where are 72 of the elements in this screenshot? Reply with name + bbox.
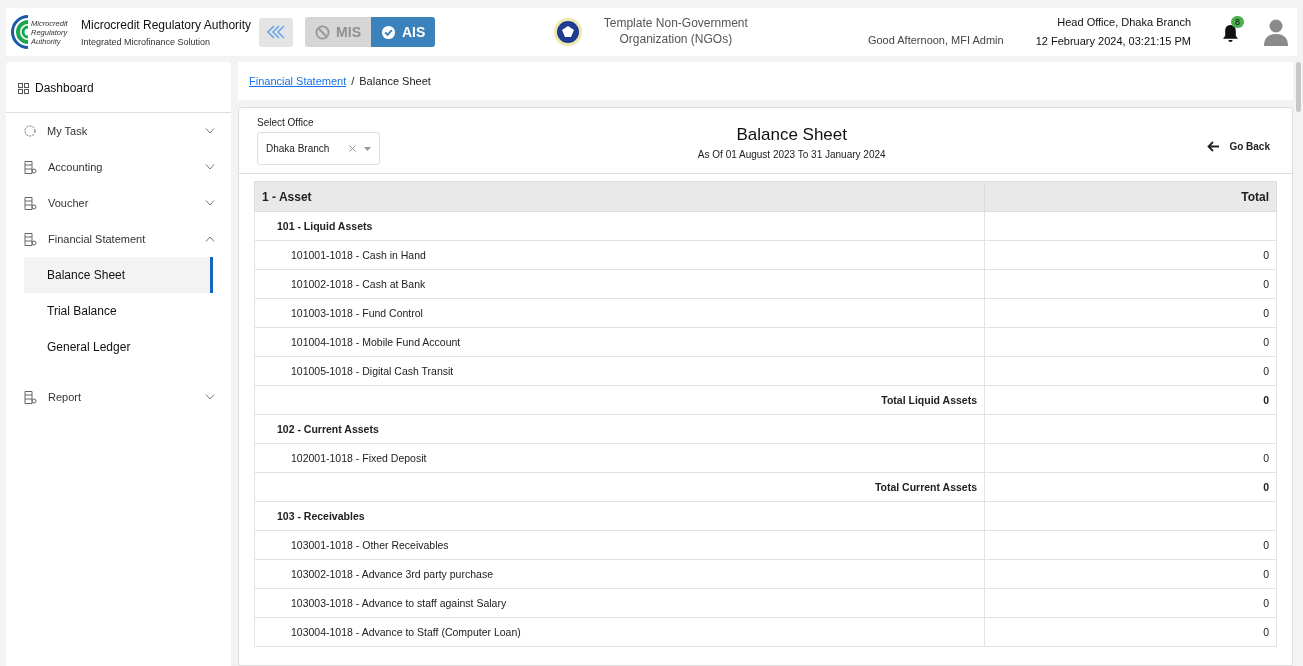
- group-heading: 102 - Current Assets: [276, 423, 379, 435]
- dashboard-link[interactable]: Dashboard: [6, 64, 231, 113]
- amount: 0: [1263, 481, 1269, 493]
- document-icon: [24, 232, 37, 246]
- amount: 0: [1263, 278, 1269, 290]
- double-chevron-left-icon: [267, 25, 286, 39]
- organization-name: Template Non-Government Organization (NGOs): [602, 16, 749, 48]
- document-icon: [24, 390, 37, 404]
- greeting: Good Afternoon, MFI Admin: [867, 34, 1004, 46]
- nav-item[interactable]: Voucher: [6, 185, 231, 221]
- clear-icon[interactable]: [349, 145, 356, 152]
- arrow-left-icon: [1207, 141, 1221, 152]
- account-name: 101005-1018 - Digital Cash Transit: [290, 365, 454, 377]
- org-subtitle: Integrated Microfinance Solution: [81, 36, 212, 47]
- account-name: 103001-1018 - Other Receivables: [290, 539, 449, 551]
- notification-badge: 8: [1231, 16, 1244, 28]
- go-back-button[interactable]: Go Back: [1203, 137, 1274, 156]
- account-name: 103002-1018 - Advance 3rd party purchase: [290, 568, 493, 580]
- collapse-button[interactable]: [259, 17, 294, 47]
- column-header: 1 - Asset: [254, 181, 985, 212]
- group-heading: 103 - Receivables: [276, 510, 365, 522]
- nav-item[interactable]: Report: [6, 379, 231, 415]
- office-select[interactable]: Dhaka Branch: [257, 132, 380, 165]
- total-label: Total Liquid Assets: [881, 394, 977, 406]
- emblem-icon: [553, 17, 584, 47]
- bell-icon[interactable]: [1223, 25, 1238, 42]
- org-name: Microcredit Regulatory Authority: [81, 17, 252, 32]
- account-name: 103003-1018 - Advance to staff against Salary: [290, 597, 507, 609]
- dashed-circle-icon: [24, 125, 36, 137]
- date-time: 12 February 2024, 03:21:15 PM: [1035, 34, 1191, 49]
- amount: 0: [1263, 394, 1269, 406]
- amount: 0: [1263, 568, 1269, 580]
- total-label: Total Current Assets: [874, 481, 977, 493]
- account-name: 103004-1018 - Advance to Staff (Computer Loan): [290, 626, 521, 638]
- logo-rings-icon: [10, 15, 30, 49]
- amount: 0: [1263, 626, 1269, 638]
- check-circle-icon: [380, 24, 396, 40]
- amount: 0: [1263, 452, 1269, 464]
- breadcrumb-link[interactable]: Financial Statement: [249, 75, 347, 87]
- office-name: Head Office, Dhaka Branch: [1056, 15, 1191, 30]
- report-title: Balance Sheet: [735, 125, 848, 145]
- document-icon: [24, 196, 37, 210]
- account-name: 102001-1018 - Fixed Deposit: [290, 452, 427, 464]
- amount: 0: [1263, 249, 1269, 261]
- caret-icon: [364, 146, 371, 151]
- amount: 0: [1263, 365, 1269, 377]
- report-period: As Of 01 August 2023 To 31 January 2024: [696, 149, 887, 160]
- account-name: 101004-1018 - Mobile Fund Account: [290, 336, 461, 348]
- grid-icon: [18, 82, 29, 94]
- submenu-item[interactable]: Balance Sheet: [24, 257, 213, 293]
- blocked-icon: [315, 24, 331, 40]
- document-icon: [24, 160, 37, 174]
- avatar-icon[interactable]: [1263, 18, 1289, 46]
- column-header: Total: [984, 181, 1277, 212]
- submenu-item[interactable]: Trial Balance: [24, 293, 213, 329]
- amount: 0: [1263, 336, 1269, 348]
- breadcrumb-separator: /: [351, 75, 355, 87]
- amount: 0: [1263, 307, 1269, 319]
- nav-item[interactable]: Accounting: [6, 149, 231, 185]
- nav-item[interactable]: My Task: [6, 113, 231, 149]
- account-name: 101003-1018 - Fund Control: [290, 307, 423, 319]
- amount: 0: [1263, 539, 1269, 551]
- scrollbar[interactable]: [1296, 62, 1301, 112]
- breadcrumb-current[interactable]: Balance Sheet: [359, 75, 431, 87]
- group-heading: 101 - Liquid Assets: [276, 220, 373, 232]
- submenu-item[interactable]: General Ledger: [24, 329, 213, 365]
- field-label: Select Office: [257, 117, 315, 128]
- nav-item[interactable]: Financial Statement: [6, 221, 231, 257]
- account-name: 101001-1018 - Cash in Hand: [290, 249, 426, 261]
- amount: 0: [1263, 597, 1269, 609]
- module-toggle[interactable]: AIS: [370, 17, 436, 47]
- account-name: 101002-1018 - Cash at Bank: [290, 278, 426, 290]
